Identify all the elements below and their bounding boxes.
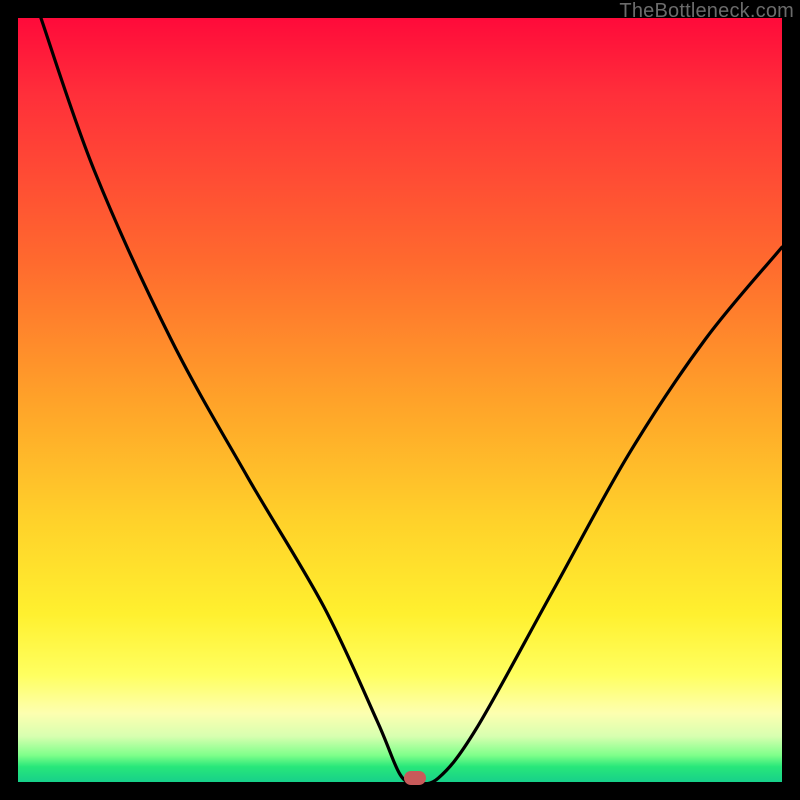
optimal-marker	[404, 771, 426, 785]
curve-path	[41, 18, 782, 782]
plot-area	[18, 18, 782, 782]
watermark-text: TheBottleneck.com	[619, 0, 794, 23]
bottleneck-curve	[18, 18, 782, 782]
chart-frame: TheBottleneck.com	[0, 0, 800, 800]
